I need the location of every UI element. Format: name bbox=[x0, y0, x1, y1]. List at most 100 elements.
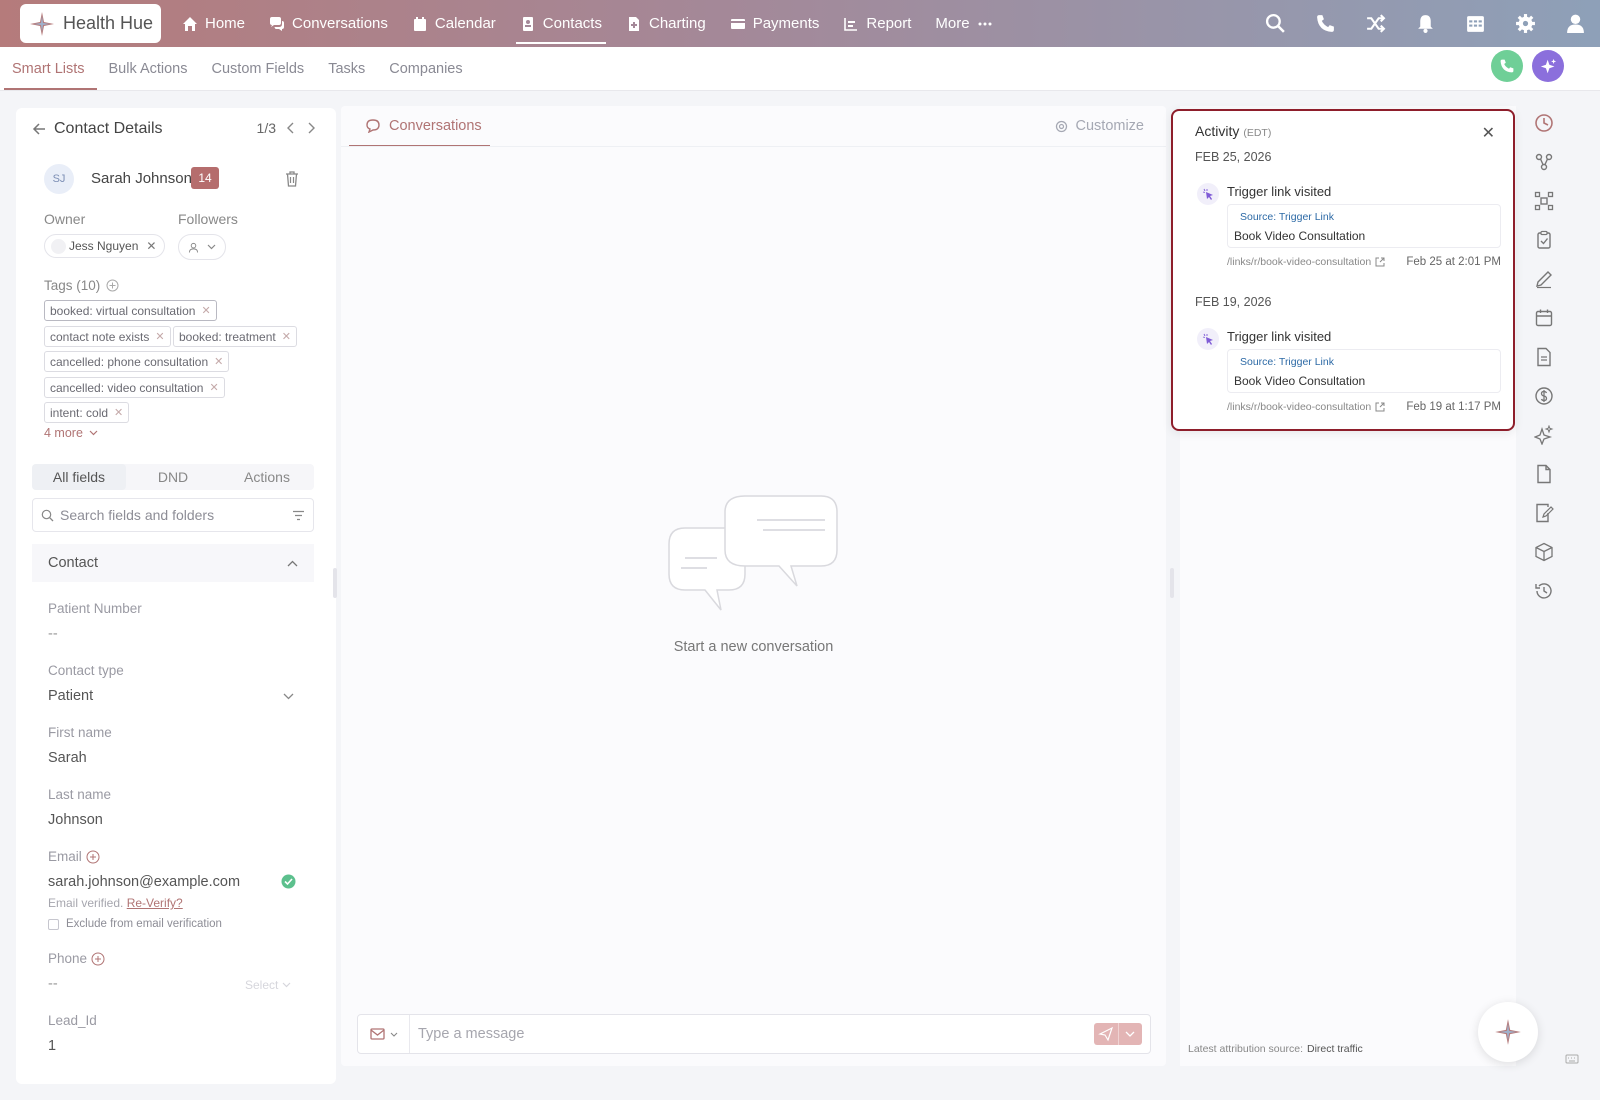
tab-tasks[interactable]: Tasks bbox=[316, 47, 377, 91]
phone-type-select[interactable]: Select bbox=[245, 978, 291, 992]
exclude-checkbox[interactable] bbox=[48, 918, 59, 930]
activity-link-name: Book Video Consultation bbox=[1234, 374, 1366, 388]
rail-ai[interactable] bbox=[1522, 415, 1566, 454]
cursor-click-icon bbox=[1197, 328, 1219, 350]
search-fields-input[interactable]: Search fields and folders bbox=[32, 498, 314, 532]
rail-appointments[interactable] bbox=[1522, 298, 1566, 337]
remove-tag-icon[interactable]: ✕ bbox=[214, 355, 223, 368]
filter-icon[interactable] bbox=[292, 510, 305, 521]
panel-resize-handle[interactable] bbox=[1170, 568, 1174, 598]
tag-chip[interactable]: booked: virtual consultation ✕ bbox=[44, 300, 217, 321]
nav-contacts[interactable]: Contacts bbox=[508, 0, 614, 47]
tab-conversations[interactable]: Conversations bbox=[349, 106, 490, 147]
contact-section-header[interactable]: Contact bbox=[32, 544, 314, 582]
app-logo[interactable]: Health Hue bbox=[20, 4, 161, 43]
remove-tag-icon[interactable]: ✕ bbox=[155, 330, 164, 343]
customize-button[interactable]: Customize bbox=[1054, 118, 1144, 134]
assistant-fab-button[interactable] bbox=[1478, 1002, 1538, 1062]
contact-type-value[interactable]: Patient bbox=[48, 688, 93, 704]
owner-select[interactable]: Jess Nguyen ✕ bbox=[44, 234, 166, 258]
remove-tag-icon[interactable]: ✕ bbox=[282, 330, 291, 343]
reverify-link[interactable]: Re-Verify? bbox=[127, 896, 183, 910]
nav-charting[interactable]: Charting bbox=[614, 0, 718, 47]
phone-value[interactable]: -- bbox=[48, 976, 58, 992]
tab-custom-fields[interactable]: Custom Fields bbox=[200, 47, 317, 91]
tab-bulk-actions[interactable]: Bulk Actions bbox=[97, 47, 200, 91]
rail-notes[interactable] bbox=[1522, 259, 1566, 298]
remove-tag-icon[interactable]: ✕ bbox=[201, 304, 210, 317]
tab-actions[interactable]: Actions bbox=[220, 464, 314, 490]
channel-select[interactable] bbox=[358, 1015, 410, 1053]
add-phone-icon[interactable] bbox=[91, 952, 105, 966]
add-tag-icon[interactable] bbox=[106, 279, 119, 292]
rail-files[interactable] bbox=[1522, 454, 1566, 493]
activity-detail-card[interactable]: Source: Trigger Link Book Video Consulta… bbox=[1227, 349, 1501, 393]
tab-companies[interactable]: Companies bbox=[377, 47, 474, 91]
tag-chip[interactable]: contact note exists ✕ bbox=[44, 326, 171, 347]
tab-dnd[interactable]: DND bbox=[126, 464, 220, 490]
remove-owner-icon[interactable]: ✕ bbox=[146, 239, 156, 253]
tag-chip[interactable]: intent: cold ✕ bbox=[44, 402, 130, 423]
nav-conversations[interactable]: Conversations bbox=[257, 0, 400, 47]
back-arrow-icon[interactable] bbox=[32, 122, 46, 136]
nav-more[interactable]: More bbox=[923, 0, 1004, 47]
nav-label: Conversations bbox=[292, 15, 388, 32]
email-value[interactable]: sarah.johnson@example.com bbox=[48, 874, 240, 890]
tag-chip[interactable]: cancelled: video consultation ✕ bbox=[44, 377, 225, 398]
chevron-right-icon[interactable] bbox=[306, 122, 316, 134]
add-email-icon[interactable] bbox=[86, 850, 100, 864]
chevron-down-icon bbox=[390, 1032, 397, 1037]
last-name-value[interactable]: Johnson bbox=[48, 812, 103, 828]
tag-chip[interactable]: booked: treatment ✕ bbox=[173, 326, 297, 347]
message-input[interactable]: Type a message bbox=[410, 1026, 1094, 1042]
ai-assist-button[interactable] bbox=[1532, 50, 1564, 82]
close-activity-button[interactable]: ✕ bbox=[1482, 123, 1495, 143]
rail-history[interactable] bbox=[1522, 571, 1566, 610]
notifications-button[interactable] bbox=[1400, 0, 1450, 47]
call-button[interactable] bbox=[1491, 50, 1523, 82]
send-button[interactable] bbox=[1094, 1023, 1142, 1045]
remove-tag-icon[interactable]: ✕ bbox=[209, 381, 218, 394]
rail-forms[interactable] bbox=[1522, 493, 1566, 532]
tab-all-fields[interactable]: All fields bbox=[32, 464, 126, 490]
activity-detail-card[interactable]: Source: Trigger Link Book Video Consulta… bbox=[1227, 204, 1501, 248]
activity-link[interactable]: /links/r/book-video-consultation bbox=[1227, 401, 1385, 413]
activity-link[interactable]: /links/r/book-video-consultation bbox=[1227, 256, 1385, 268]
nav-label: Home bbox=[205, 15, 246, 32]
rail-workflow[interactable] bbox=[1522, 142, 1566, 181]
panel-resize-handle[interactable] bbox=[333, 568, 337, 598]
activity-source: Source: Trigger Link bbox=[1240, 356, 1334, 368]
settings-button[interactable] bbox=[1500, 0, 1550, 47]
avatar[interactable]: SJ bbox=[44, 164, 74, 194]
rail-tasks[interactable] bbox=[1522, 220, 1566, 259]
rail-network[interactable] bbox=[1522, 181, 1566, 220]
rail-payments[interactable] bbox=[1522, 376, 1566, 415]
lead-id-value[interactable]: 1 bbox=[48, 1038, 56, 1054]
first-name-value[interactable]: Sarah bbox=[48, 750, 87, 766]
search-button[interactable] bbox=[1250, 0, 1300, 47]
calendar-button[interactable] bbox=[1450, 0, 1500, 47]
search-placeholder: Search fields and folders bbox=[60, 507, 215, 523]
followers-select[interactable] bbox=[178, 234, 226, 260]
chevron-down-icon[interactable] bbox=[283, 693, 294, 700]
trash-icon[interactable] bbox=[284, 170, 300, 187]
remove-tag-icon[interactable]: ✕ bbox=[114, 406, 123, 419]
keyboard-icon[interactable] bbox=[1565, 1053, 1579, 1065]
tab-smart-lists[interactable]: Smart Lists bbox=[0, 47, 97, 91]
shuffle-button[interactable] bbox=[1350, 0, 1400, 47]
chevron-left-icon[interactable] bbox=[286, 122, 296, 134]
more-tags-link[interactable]: 4 more bbox=[44, 426, 98, 440]
rail-documents[interactable] bbox=[1522, 337, 1566, 376]
nav-payments[interactable]: Payments bbox=[718, 0, 832, 47]
chevron-down-icon[interactable] bbox=[1119, 1023, 1141, 1045]
patient-number-value[interactable]: -- bbox=[48, 626, 58, 642]
rail-activity[interactable] bbox=[1522, 103, 1566, 142]
tab-label: Conversations bbox=[389, 117, 482, 134]
nav-report[interactable]: Report bbox=[831, 0, 923, 47]
nav-calendar[interactable]: Calendar bbox=[400, 0, 508, 47]
tag-chip[interactable]: cancelled: phone consultation ✕ bbox=[44, 351, 230, 372]
phone-button[interactable] bbox=[1300, 0, 1350, 47]
rail-products[interactable] bbox=[1522, 532, 1566, 571]
profile-button[interactable] bbox=[1550, 0, 1600, 47]
nav-home[interactable]: Home bbox=[170, 0, 257, 47]
